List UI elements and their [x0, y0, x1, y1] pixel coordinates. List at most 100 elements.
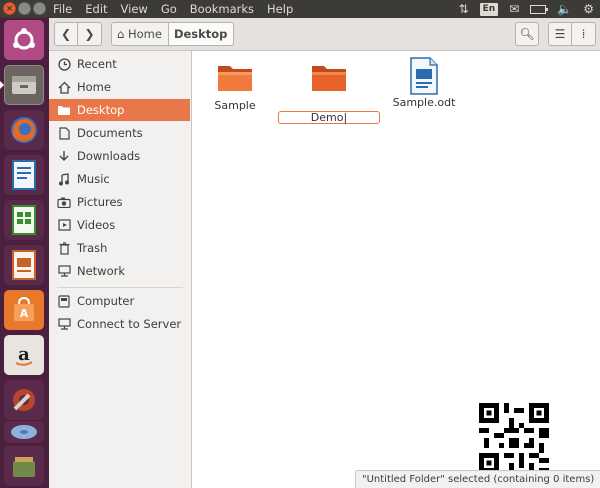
sidebar-item-label: Music: [77, 172, 110, 186]
sidebar-item-pictures[interactable]: Pictures: [49, 191, 190, 213]
sidebar-item-label: Computer: [77, 294, 135, 308]
menu-bookmarks[interactable]: Bookmarks: [190, 1, 254, 17]
sidebar-item-connect-to-server[interactable]: Connect to Server: [49, 313, 190, 335]
text-cursor: |: [343, 111, 348, 124]
trash-icon: [57, 241, 71, 255]
minimize-button[interactable]: [18, 2, 31, 15]
sidebar-item-label: Trash: [77, 241, 108, 255]
camera-icon: [57, 195, 71, 209]
sidebar-item-home[interactable]: Home: [49, 76, 190, 98]
search-button[interactable]: 🔍︎: [515, 22, 539, 46]
file-manager-window: ❮ ❯ ⌂ Home Desktop 🔍︎ ☰ ⁞ Recent Home De…: [49, 18, 600, 488]
download-icon: [57, 149, 71, 163]
forward-button[interactable]: ❯: [78, 22, 102, 46]
software-center-icon[interactable]: A: [4, 290, 44, 330]
menu-help[interactable]: Help: [267, 1, 293, 17]
firefox-icon[interactable]: [4, 110, 44, 150]
sidebar-item-label: Connect to Server: [77, 317, 182, 331]
video-icon: [57, 218, 71, 232]
volume-icon[interactable]: 🔈: [557, 1, 572, 17]
file-item-sample-odt[interactable]: Sample.odt: [374, 57, 474, 109]
battery-icon[interactable]: [530, 4, 549, 14]
home-icon: [57, 80, 71, 94]
window-controls: ×: [3, 2, 47, 16]
svg-text:A: A: [20, 307, 29, 320]
file-name: Sample: [214, 99, 256, 112]
writer-document-icon: [405, 57, 443, 96]
file-view: Sample Demo| Sample.odt "Untitled Folder…: [192, 51, 600, 488]
sidebar-item-label: Videos: [77, 218, 116, 232]
rename-field[interactable]: Demo|: [278, 111, 380, 124]
sidebar-divider: [57, 287, 183, 288]
places-sidebar: Recent Home Desktop Documents Downloads …: [49, 51, 192, 488]
sidebar-item-label: Documents: [77, 126, 143, 140]
menu-go[interactable]: Go: [161, 1, 177, 17]
view-buttons: ☰ ⁞: [548, 22, 596, 46]
sidebar-item-documents[interactable]: Documents: [49, 122, 190, 144]
toolbar: ❮ ❯ ⌂ Home Desktop 🔍︎ ☰ ⁞: [49, 18, 600, 51]
network-icon: [57, 264, 71, 278]
status-bar: "Untitled Folder" selected (containing 0…: [355, 470, 600, 488]
search-icon: 🔍︎: [519, 27, 535, 41]
list-icon: ☰: [554, 27, 566, 41]
music-icon: [57, 172, 71, 186]
menu-edit[interactable]: Edit: [85, 1, 107, 17]
sidebar-item-downloads[interactable]: Downloads: [49, 145, 190, 167]
menu-view[interactable]: View: [121, 1, 148, 17]
path-home-button[interactable]: ⌂ Home: [111, 22, 169, 46]
menubar: File Edit View Go Bookmarks Help: [53, 1, 293, 17]
sidebar-item-label: Recent: [77, 57, 117, 71]
maximize-button[interactable]: [33, 2, 46, 15]
file-item-demo-folder[interactable]: [279, 60, 379, 96]
sidebar-item-label: Desktop: [77, 103, 125, 117]
close-button[interactable]: ×: [3, 2, 16, 15]
folder-icon: [216, 60, 254, 96]
disk-icon[interactable]: [4, 421, 44, 443]
file-item-sample-folder[interactable]: Sample: [185, 60, 285, 112]
document-icon: [57, 126, 71, 140]
home-icon: ⌂: [117, 27, 125, 41]
sidebar-item-label: Network: [77, 264, 126, 278]
qr-code-image: [479, 403, 549, 473]
computer-icon: [57, 294, 71, 308]
sidebar-item-computer[interactable]: Computer: [49, 290, 190, 312]
grid-icon: ⁞: [581, 27, 586, 41]
writer-icon[interactable]: [4, 155, 44, 195]
path-desktop-button[interactable]: Desktop: [168, 22, 235, 46]
sidebar-item-label: Pictures: [77, 195, 123, 209]
amazon-icon[interactable]: a: [4, 335, 44, 375]
sidebar-item-desktop[interactable]: Desktop: [49, 99, 190, 121]
impress-icon[interactable]: [4, 245, 44, 285]
file-name: Sample.odt: [392, 96, 456, 109]
sidebar-item-videos[interactable]: Videos: [49, 214, 190, 236]
sidebar-item-music[interactable]: Music: [49, 168, 190, 190]
mail-icon[interactable]: ✉: [509, 1, 519, 17]
sidebar-item-network[interactable]: Network: [49, 260, 190, 282]
folder-icon: [57, 103, 71, 117]
system-settings-icon[interactable]: [4, 380, 44, 420]
keyboard-language-indicator[interactable]: En: [479, 2, 499, 16]
indicators: ⇅ En ✉ 🔈 ⚙: [459, 1, 594, 17]
top-panel: × File Edit View Go Bookmarks Help ⇅ En …: [0, 0, 600, 18]
menu-file[interactable]: File: [53, 1, 72, 17]
navigation-buttons: ❮ ❯: [54, 22, 104, 46]
sidebar-item-recent[interactable]: Recent: [49, 53, 190, 75]
breadcrumb: ⌂ Home Desktop: [111, 22, 235, 46]
gear-icon[interactable]: ⚙: [583, 1, 594, 17]
folder-icon: [310, 60, 348, 96]
sidebar-item-label: Downloads: [77, 149, 141, 163]
launcher: A a: [0, 18, 49, 488]
files-icon[interactable]: [4, 65, 44, 105]
server-icon: [57, 317, 71, 331]
sidebar-item-label: Home: [77, 80, 111, 94]
chevron-left-icon: ❮: [60, 27, 72, 41]
network-arrows-icon[interactable]: ⇅: [459, 1, 469, 17]
ubuntu-dash-icon[interactable]: [4, 20, 44, 60]
chevron-right-icon: ❯: [84, 27, 95, 41]
calc-icon[interactable]: [4, 200, 44, 240]
sidebar-item-trash[interactable]: Trash: [49, 237, 190, 259]
trash-launcher-icon[interactable]: [4, 446, 44, 486]
list-view-button[interactable]: ☰: [548, 22, 572, 46]
options-button[interactable]: ⁞: [572, 22, 596, 46]
back-button[interactable]: ❮: [54, 22, 78, 46]
